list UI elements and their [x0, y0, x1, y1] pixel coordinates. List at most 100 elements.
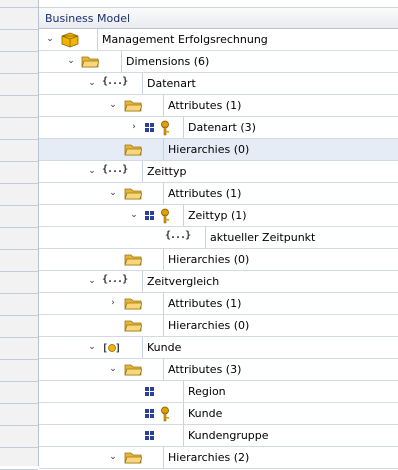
- tree-node-attributes[interactable]: Attributes (1): [39, 95, 398, 117]
- chevron-down-icon[interactable]: [108, 451, 118, 463]
- tree-node-kunde-key[interactable]: Kunde: [39, 403, 398, 425]
- folder-icon: [124, 144, 142, 156]
- tree-node-datenart-key[interactable]: › Datenart (3): [39, 117, 398, 139]
- gutter-row-line: [0, 95, 38, 96]
- chevron-down-icon[interactable]: [108, 187, 118, 199]
- tree-node-management-erfolgsrechnung[interactable]: Management Erfolgsrechnung: [39, 29, 398, 51]
- tree-node-dimensions[interactable]: Dimensions (6): [39, 51, 398, 73]
- tree-node-label: Attributes (1): [163, 293, 241, 314]
- tree-node-label: Attributes (1): [163, 183, 241, 204]
- attribute-icon: [145, 409, 154, 418]
- tree-node-label: Kunde: [183, 403, 222, 424]
- tree-node-attributes[interactable]: Attributes (1): [39, 183, 398, 205]
- cube-icon: [61, 32, 79, 48]
- tree-node-attributes[interactable]: › Attributes (1): [39, 293, 398, 315]
- tree-node-hierarchies[interactable]: Hierarchies (0): [39, 315, 398, 337]
- chevron-down-icon[interactable]: [108, 363, 118, 375]
- tree-node-label: Zeittyp (1): [183, 205, 247, 226]
- dimension-icon: {...}: [165, 230, 191, 241]
- svg-text:]: ]: [115, 343, 121, 354]
- dimension-icon: {...}: [102, 76, 128, 87]
- row-gutter: [0, 0, 39, 470]
- folder-icon: [124, 320, 142, 332]
- gutter-row-line: [0, 249, 38, 250]
- gutter-row-line: [0, 271, 38, 272]
- gutter-row-line: [0, 381, 38, 382]
- dimension-icon: {...}: [102, 164, 128, 175]
- chevron-down-icon[interactable]: [66, 55, 76, 67]
- tree-node-attributes[interactable]: Attributes (3): [39, 359, 398, 381]
- tree-node-label: Kunde: [142, 337, 181, 358]
- gutter-row-line: [0, 315, 38, 316]
- tree-node-region[interactable]: Region: [39, 381, 398, 403]
- folder-icon: [124, 254, 142, 266]
- folder-icon: [81, 56, 99, 68]
- tree-header-title: Business Model: [45, 12, 131, 25]
- gutter-row-line: [0, 183, 38, 184]
- gutter-row-line: [0, 227, 38, 228]
- tree-node-zeitvergleich[interactable]: {...} Zeitvergleich: [39, 271, 398, 293]
- attribute-icon: [145, 211, 154, 220]
- gutter-row-line: [0, 337, 38, 338]
- folder-icon: [124, 188, 142, 200]
- tree-node-label: Datenart: [142, 73, 196, 94]
- tree-header[interactable]: Business Model: [39, 7, 398, 29]
- chevron-right-icon[interactable]: ›: [108, 297, 118, 309]
- gutter-row-line: [0, 425, 38, 426]
- dimension-star-icon: [ ]: [102, 343, 121, 354]
- business-model-tree[interactable]: Management Erfolgsrechnung Dimensions (6…: [39, 29, 398, 469]
- tree-node-label: Attributes (1): [163, 95, 241, 116]
- tree-node-aktueller-zeitpunkt[interactable]: {...} aktueller Zeitpunkt: [39, 227, 398, 249]
- chevron-down-icon[interactable]: [45, 33, 55, 45]
- tree-node-datenart[interactable]: {...} Datenart: [39, 73, 398, 95]
- tree-node-zeittyp-key[interactable]: Zeittyp (1): [39, 205, 398, 227]
- chevron-down-icon[interactable]: [108, 99, 118, 111]
- folder-icon: [124, 452, 142, 464]
- tree-node-label: Region: [183, 381, 226, 402]
- attribute-icon: [145, 387, 154, 396]
- folder-icon: [124, 100, 142, 112]
- gutter-row-line: [0, 359, 38, 360]
- gutter-row-line: [0, 447, 38, 448]
- gutter-row-line: [0, 29, 38, 30]
- gutter-row-line: [0, 293, 38, 294]
- gutter-row-line: [0, 403, 38, 404]
- tree-node-kunde[interactable]: [ ] Kunde: [39, 337, 398, 359]
- attribute-icon: [145, 431, 154, 440]
- tree-node-label: Hierarchies (0): [163, 315, 249, 336]
- chevron-down-icon[interactable]: [87, 341, 97, 353]
- gutter-row-line: [0, 7, 38, 8]
- tree-node-label: Zeitvergleich: [142, 271, 219, 292]
- tree-node-label: Hierarchies (2): [163, 447, 249, 468]
- chevron-right-icon[interactable]: ›: [129, 121, 139, 133]
- chevron-down-icon[interactable]: [87, 275, 97, 287]
- folder-icon: [124, 364, 142, 376]
- key-icon: [161, 208, 169, 224]
- key-icon: [161, 406, 169, 422]
- svg-text:[: [: [102, 343, 108, 354]
- attribute-icon: [145, 123, 154, 132]
- tree-node-hierarchies[interactable]: Hierarchies (0): [39, 249, 398, 271]
- chevron-down-icon[interactable]: [129, 209, 139, 221]
- gutter-row-line: [0, 205, 38, 206]
- tree-node-zeittyp[interactable]: {...} Zeittyp: [39, 161, 398, 183]
- gutter-row-line: [0, 117, 38, 118]
- tree-node-label: Zeittyp: [142, 161, 186, 182]
- tree-node-label: Dimensions (6): [121, 51, 209, 72]
- tree-node-hierarchies[interactable]: Hierarchies (0): [39, 139, 398, 161]
- tree-node-kundengruppe[interactable]: Kundengruppe: [39, 425, 398, 447]
- key-icon: [161, 120, 169, 136]
- chevron-down-icon[interactable]: [87, 77, 97, 89]
- tree-node-label: Management Erfolgsrechnung: [97, 29, 268, 50]
- gutter-row-line: [0, 51, 38, 52]
- gutter-row-line: [0, 73, 38, 74]
- tree-node-label: Kundengruppe: [183, 425, 269, 446]
- chevron-down-icon[interactable]: [87, 165, 97, 177]
- gutter-row-line: [0, 139, 38, 140]
- tree-node-label: Datenart (3): [183, 117, 256, 138]
- tree-node-label: aktueller Zeitpunkt: [205, 227, 315, 248]
- gutter-row-line: [0, 161, 38, 162]
- tree-node-label: Hierarchies (0): [163, 249, 249, 270]
- folder-icon: [124, 298, 142, 310]
- tree-node-label: Hierarchies (0): [163, 139, 249, 160]
